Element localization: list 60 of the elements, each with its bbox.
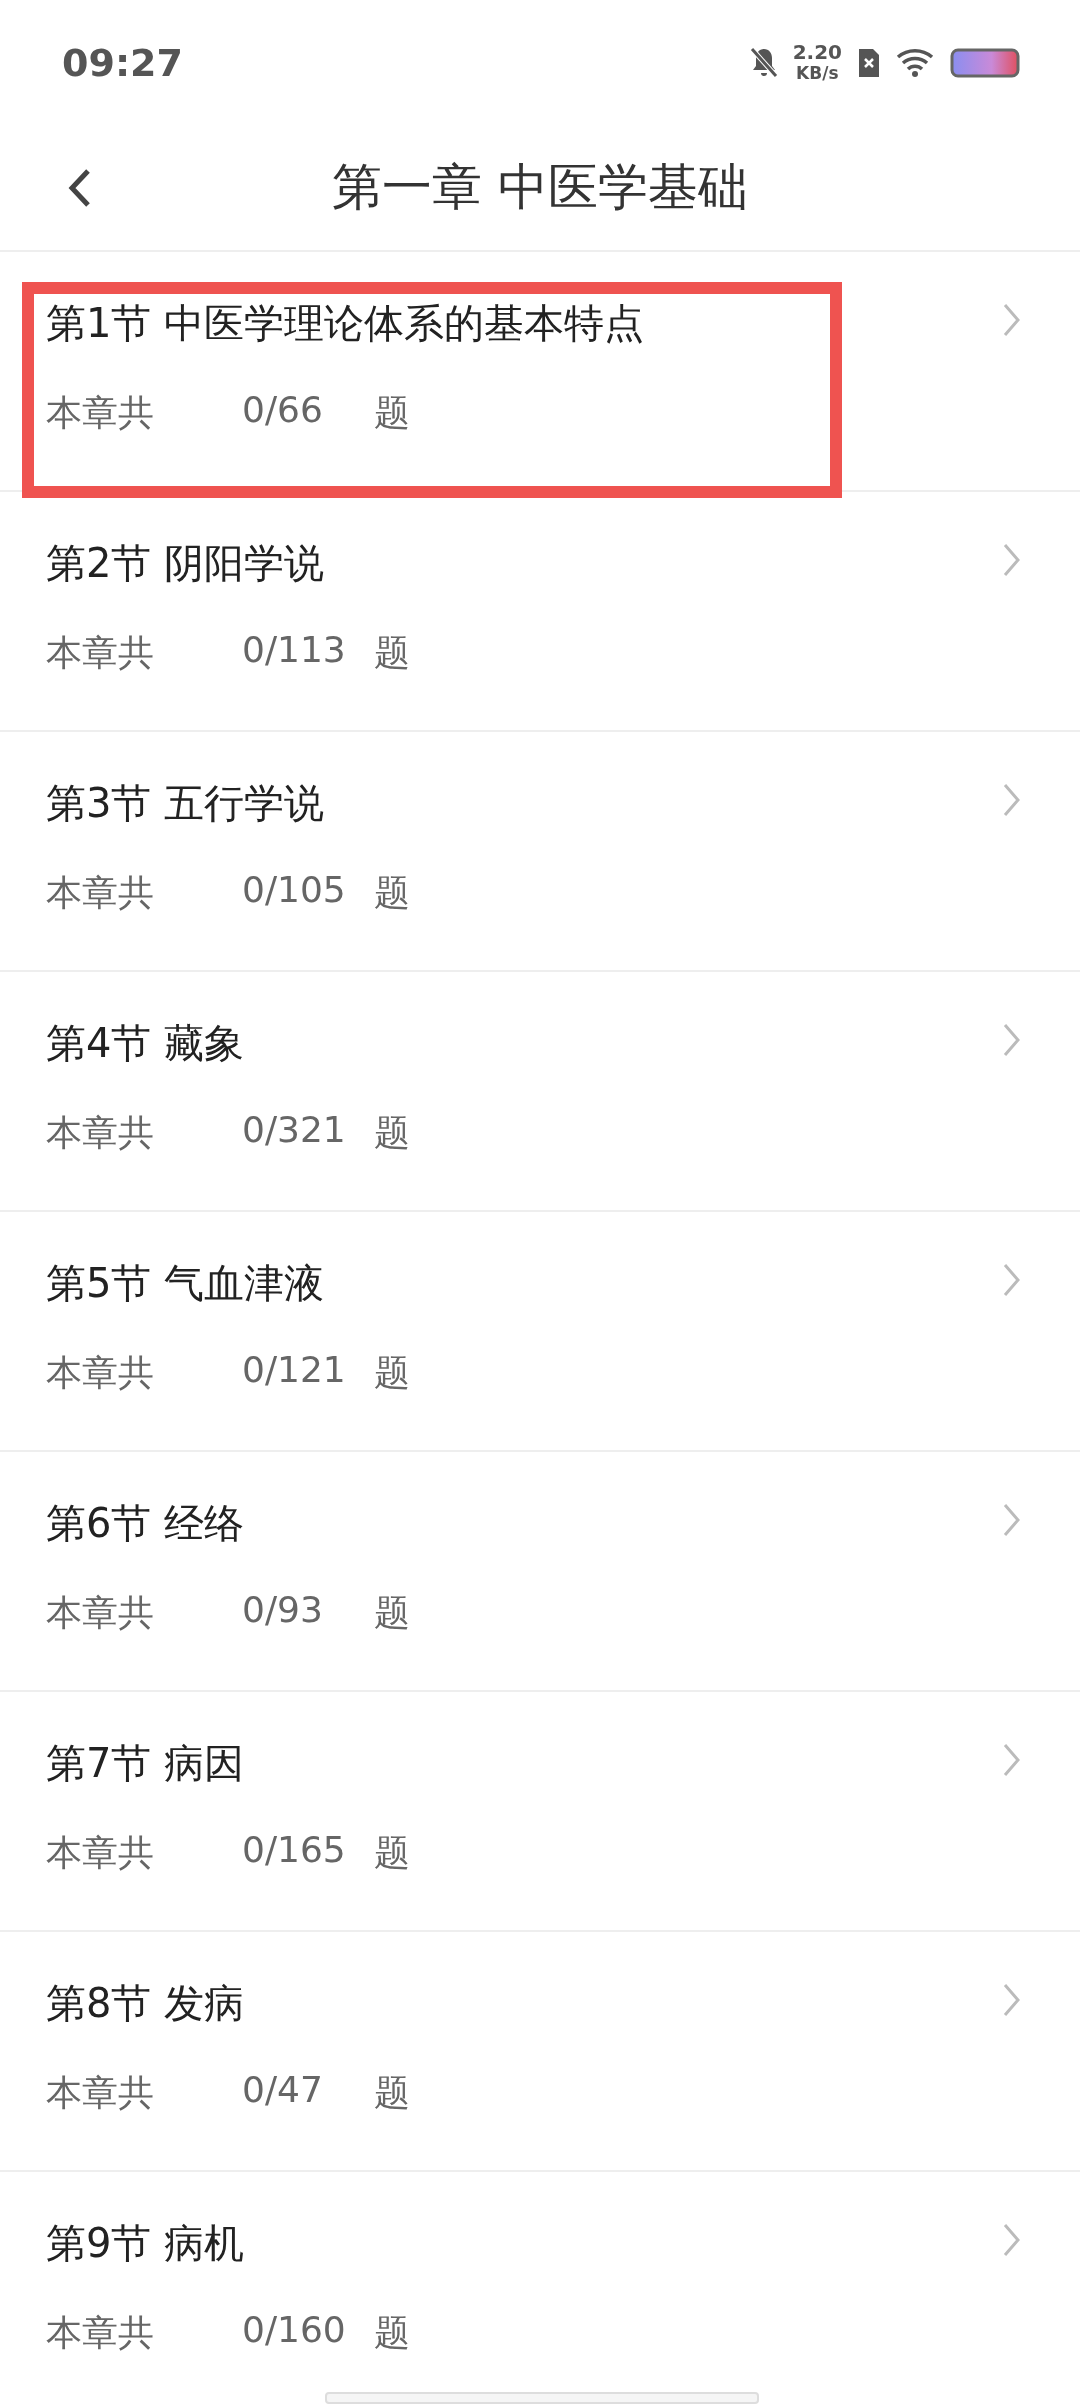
- section-title: 第6节 经络: [46, 1499, 245, 1548]
- speed-unit: KB/s: [796, 62, 839, 84]
- section-item[interactable]: 第4节 藏象 本章共 0/321 题: [0, 972, 1080, 1212]
- section-title: 第8节 发病: [46, 1979, 245, 2028]
- count-label: 本章共: [46, 1591, 155, 1635]
- chevron-icon: [1002, 302, 1022, 338]
- count-unit: 题: [374, 1591, 410, 1635]
- chevron-icon: [1002, 1502, 1022, 1538]
- count-label: 本章共: [46, 2071, 155, 2115]
- count-label: 本章共: [46, 1831, 155, 1875]
- question-count: 0/113: [242, 629, 347, 672]
- count-unit: 题: [374, 1111, 410, 1155]
- count-unit: 题: [374, 631, 410, 675]
- count-label: 本章共: [46, 2311, 155, 2355]
- section-item[interactable]: 第2节 阴阳学说 本章共 0/113 题: [0, 492, 1080, 732]
- count-label: 本章共: [46, 391, 155, 435]
- section-item[interactable]: 第7节 病因 本章共 0/165 题: [0, 1692, 1080, 1932]
- question-count: 0/66: [242, 389, 324, 432]
- section-title: 第5节 气血津液: [46, 1259, 325, 1308]
- chevron-icon: [1002, 2222, 1022, 2258]
- count-unit: 题: [374, 1351, 410, 1395]
- wifi-icon: [896, 46, 936, 79]
- chevron-icon: [1002, 1982, 1022, 2018]
- question-count: 0/321: [242, 1109, 347, 1152]
- count-unit: 题: [374, 1831, 410, 1875]
- section-title: 第9节 病机: [46, 2219, 245, 2268]
- section-title: 第4节 藏象: [46, 1019, 245, 1068]
- count-unit: 题: [374, 871, 410, 915]
- section-item[interactable]: 第3节 五行学说 本章共 0/105 题: [0, 732, 1080, 972]
- count-unit: 题: [374, 2311, 410, 2355]
- chevron-icon: [1002, 542, 1022, 578]
- question-count: 0/47: [242, 2069, 324, 2112]
- section-title: 第1节 中医学理论体系的基本特点: [46, 299, 645, 348]
- chevron-icon: [1002, 1742, 1022, 1778]
- status-time: 09:27: [62, 40, 183, 85]
- question-count: 0/160: [242, 2309, 347, 2352]
- count-label: 本章共: [46, 871, 155, 915]
- question-count: 0/165: [242, 1829, 347, 1872]
- question-count: 0/93: [242, 1589, 324, 1632]
- section-item[interactable]: 第1节 中医学理论体系的基本特点 本章共 0/66 题: [0, 252, 1080, 492]
- chevron-icon: [1002, 782, 1022, 818]
- section-item[interactable]: 第8节 发病 本章共 0/47 题: [0, 1932, 1080, 2172]
- question-count: 0/105: [242, 869, 347, 912]
- question-count: 0/121: [242, 1349, 347, 1392]
- count-label: 本章共: [46, 1111, 155, 1155]
- section-title: 第7节 病因: [46, 1739, 245, 1788]
- section-item[interactable]: 第5节 气血津液 本章共 0/121 题: [0, 1212, 1080, 1452]
- section-title: 第3节 五行学说: [46, 779, 325, 828]
- count-unit: 题: [374, 391, 410, 435]
- chevron-icon: [1002, 1262, 1022, 1298]
- bell-off-icon: [748, 45, 779, 80]
- section-item[interactable]: 第6节 经络 本章共 0/93 题: [0, 1452, 1080, 1692]
- count-label: 本章共: [46, 1351, 155, 1395]
- count-unit: 题: [374, 2071, 410, 2115]
- speed-value: 2.20: [792, 41, 842, 63]
- chevron-icon: [1002, 1022, 1022, 1058]
- section-title: 第2节 阴阳学说: [46, 539, 325, 588]
- count-label: 本章共: [46, 631, 155, 675]
- page-title: 第一章 中医学基础: [332, 157, 748, 218]
- battery-icon: [950, 46, 1020, 79]
